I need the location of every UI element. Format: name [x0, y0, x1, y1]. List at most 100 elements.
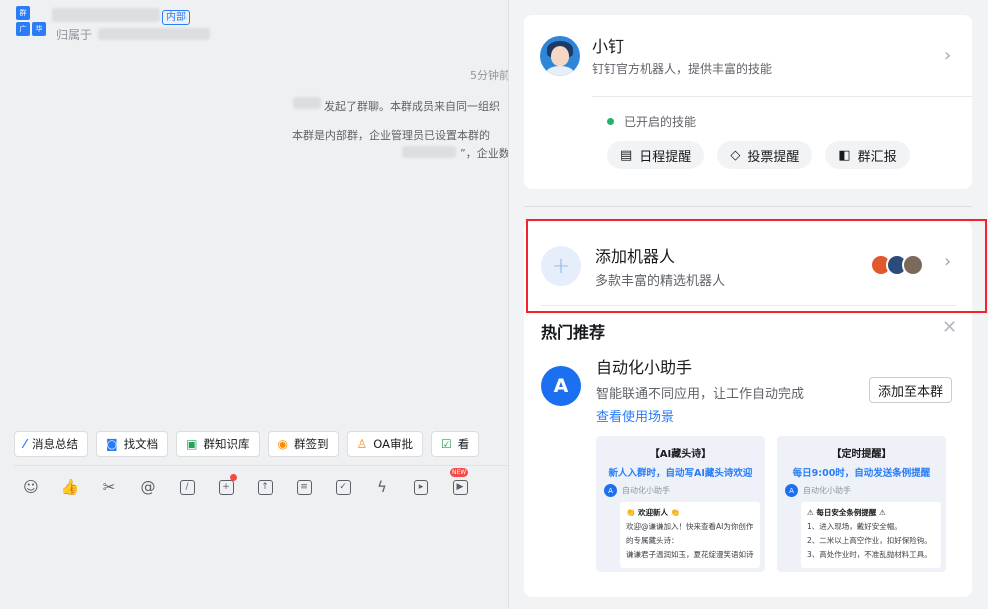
preview-sender-name: 自动化小助手	[803, 486, 851, 495]
lightning-icon[interactable]: ϟ	[371, 476, 393, 498]
report-icon: ◧	[838, 147, 851, 163]
app-description: 智能联通不同应用，让工作自动完成	[596, 387, 805, 402]
card-divider	[592, 96, 972, 97]
skill-chips: ▤ 日程提醒 ◇ 投票提醒 ◧ 群汇报	[607, 141, 910, 169]
enabled-skills-label: 已开启的技能	[607, 113, 696, 130]
live-icon[interactable]: ▶ NEW	[449, 468, 471, 498]
preview-line: 谦谦君子温润如玉，夏花绽漫笑语如诗	[626, 550, 754, 559]
robot-avatar-stack	[870, 254, 924, 276]
preview-sender: A 自动化小助手	[785, 484, 851, 497]
chat-header: 群 广 华 内部 归属于	[0, 0, 508, 46]
skill-label: 投票提醒	[747, 149, 800, 165]
new-badge: NEW	[450, 468, 469, 477]
emoji-icon[interactable]: ☺	[20, 476, 42, 498]
quick-tool-knowledge-base[interactable]: ▣ 群知识库	[176, 431, 260, 457]
internal-tag: 内部	[162, 10, 190, 25]
quick-tool-label: 消息总结	[32, 437, 79, 451]
preview-line: 2、二米以上高空作业，扣好保险钩。	[807, 536, 932, 545]
system-message: 发起了群聊。本群成员来自同一组织	[324, 100, 500, 113]
group-avatar-cell: 广	[16, 22, 30, 36]
scissors-icon[interactable]: ✂	[98, 476, 120, 498]
calendar-icon[interactable]: ≡	[293, 476, 315, 498]
preview-line: 👏 欢迎新人 👏	[626, 508, 680, 517]
chevron-right-icon[interactable]: ›	[944, 45, 951, 66]
add-robot-row[interactable]: + 添加机器人 多款丰富的精选机器人 ›	[524, 221, 972, 305]
user-name-redacted	[293, 97, 321, 109]
group-avatar[interactable]: 群 广 华	[16, 6, 46, 36]
chat-pane: 群 广 华 内部 归属于 5分钟前 发起了群聊。本群成员来自同一组织 本群是内部…	[0, 0, 510, 609]
quick-tool-checkin[interactable]: ◉ 群签到	[267, 431, 339, 457]
upload-icon[interactable]: ↑	[254, 476, 276, 498]
setting-redacted	[402, 146, 456, 158]
knowledge-base-icon: ▣	[186, 437, 198, 451]
location-icon: ◉	[277, 437, 288, 451]
new-doc-icon[interactable]: +	[215, 474, 237, 498]
approval-icon: ♙	[356, 437, 368, 451]
card-divider	[541, 305, 957, 306]
group-avatar-cell: 华	[32, 22, 46, 36]
skill-label: 日程提醒	[639, 149, 692, 165]
input-divider	[14, 465, 508, 466]
robot-description: 钉钉官方机器人，提供丰富的技能	[592, 62, 773, 76]
thumbs-up-icon[interactable]: 👍	[59, 476, 81, 498]
view-usage-link[interactable]: 查看使用场景	[596, 406, 674, 425]
skills-label-text: 已开启的技能	[624, 115, 697, 129]
command-icon[interactable]: /	[176, 476, 198, 498]
calendar-icon: ▤	[620, 147, 633, 163]
quick-tool-label: 群签到	[294, 437, 329, 451]
preview-heading: 【定时提醒】	[831, 449, 892, 460]
group-avatar-cell: 群	[16, 6, 30, 20]
add-robot-description: 多款丰富的精选机器人	[595, 274, 726, 289]
skill-chip-vote[interactable]: ◇ 投票提醒	[717, 141, 813, 169]
search-doc-icon: ◙	[106, 437, 118, 451]
robot-avatar[interactable]	[540, 36, 580, 76]
preview-line: 1、进入现场，戴好安全帽。	[807, 522, 902, 531]
close-icon[interactable]: ✕	[942, 317, 957, 338]
avatar-face	[551, 46, 569, 66]
preview-sender-name: 自动化小助手	[622, 486, 670, 495]
panel-separator	[524, 206, 972, 207]
quick-tool-label: OA审批	[373, 437, 413, 451]
skill-label: 群汇报	[857, 149, 897, 165]
org-name-redacted	[98, 28, 210, 40]
app-name[interactable]: 自动化小助手	[596, 354, 692, 378]
preview-line: 的专属藏头诗：	[626, 536, 679, 545]
preview-sender: A 自动化小助手	[604, 484, 670, 497]
vote-icon: ◇	[730, 147, 741, 163]
scenario-preview-card[interactable]: 【AI藏头诗】 新人入群时，自动写AI藏头诗欢迎 A 自动化小助手 👏 欢迎新人…	[596, 436, 765, 572]
mention-icon[interactable]: @	[137, 476, 159, 498]
robot-thumb-avatar	[902, 254, 924, 276]
input-toolbar: ☺ 👍 ✂ @ / + ↑ ≡ ✓ ϟ ▸ ▶ NEW	[20, 468, 471, 498]
system-message: 本群是内部群，企业管理员已设置本群的	[292, 129, 490, 142]
quick-tool-find-doc[interactable]: ◙ 找文档	[96, 431, 169, 457]
quick-tool-label: 群知识库	[203, 437, 250, 451]
quick-tool-oa-approval[interactable]: ♙ OA审批	[346, 431, 423, 457]
quick-tools-bar: ⁄ 消息总结 ◙ 找文档 ▣ 群知识库 ◉ 群签到 ♙ OA审批 ☑ 看	[14, 431, 480, 457]
group-avatar-cell	[32, 6, 46, 20]
message-time: 5分钟前	[470, 69, 510, 82]
plus-icon: +	[541, 246, 581, 286]
robot-marketplace-card: + 添加机器人 多款丰富的精选机器人 › 热门推荐 ✕ A 自动化小助手 智能联…	[524, 221, 972, 597]
task-check-icon[interactable]: ✓	[332, 476, 354, 498]
robot-name[interactable]: 小钉	[592, 33, 624, 57]
automation-assistant-icon[interactable]: A	[541, 366, 581, 406]
avatar-body	[546, 66, 574, 76]
skill-chip-schedule[interactable]: ▤ 日程提醒	[607, 141, 705, 169]
video-icon[interactable]: ▸	[410, 476, 432, 498]
preview-message: ⚠ 每日安全条例提醒 ⚠ 1、进入现场，戴好安全帽。 2、二米以上高空作业，扣好…	[801, 502, 941, 568]
automation-assistant-icon: A	[604, 484, 617, 497]
checkbox-icon: ☑	[440, 437, 452, 451]
scenario-preview-card[interactable]: 【定时提醒】 每日9:00时，自动发送条例提醒 A 自动化小助手 ⚠ 每日安全条…	[777, 436, 946, 572]
add-robot-title: 添加机器人	[595, 247, 676, 266]
add-to-group-button[interactable]: 添加至本群	[869, 377, 953, 403]
preview-line: ⚠ 每日安全条例提醒 ⚠	[807, 508, 886, 517]
belong-label: 归属于	[56, 28, 93, 42]
notification-dot	[230, 474, 237, 481]
quick-tool-view[interactable]: ☑ 看	[430, 431, 480, 457]
quick-tool-summary[interactable]: ⁄ 消息总结	[14, 431, 89, 457]
skill-chip-report[interactable]: ◧ 群汇报	[825, 141, 910, 169]
status-dot	[607, 118, 614, 125]
quick-tool-label: 看	[457, 437, 470, 451]
preview-heading: 【AI藏头诗】	[649, 449, 712, 460]
preview-line: 欢迎@谦谦加入！快来查看AI为你创作	[626, 522, 754, 531]
